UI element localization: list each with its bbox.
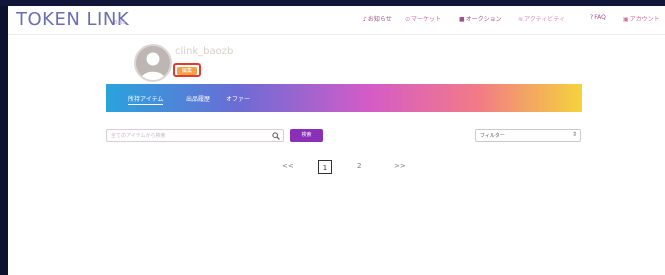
nav-item-news[interactable]: ♪お知らせ [363,14,392,23]
activity-icon: ≋ [518,16,524,23]
site-header: TOKEN LINK Beta ♪お知らせ ⊙マーケット ■オークション ≋アク… [8,6,665,35]
edit-profile-button[interactable]: 編集 [177,67,197,75]
nav-item-label: FAQ [594,14,606,21]
edit-highlight: 編集 [173,63,201,77]
nav-item-label: マーケット [411,16,442,23]
nav-item-auction[interactable]: ■オークション [459,14,502,23]
filter-label: フィルター [480,133,505,139]
search-icon[interactable] [272,132,280,140]
pagination-page-1[interactable]: 1 [318,160,332,174]
main-nav: ♪お知らせ ⊙マーケット ■オークション ≋アクティビティ ?FAQ ▣アカウン… [8,14,665,26]
pagination-next[interactable]: >> [394,162,406,170]
store-icon: ⊙ [405,16,411,23]
nav-item-label: オークション [465,16,502,23]
user-silhouette-icon [141,52,165,80]
search-placeholder: 全てのアイテムから検索 [111,133,166,139]
filter-select[interactable]: フィルター ⇕ [475,129,581,142]
nav-item-faq[interactable]: ?FAQ [590,14,606,21]
search-button[interactable]: 検索 [290,129,323,142]
tab-offers[interactable]: オファー [226,94,250,103]
content-area [8,174,665,275]
user-icon: ▣ [623,16,629,23]
nav-item-label: お知らせ [367,16,392,23]
pagination-prev[interactable]: << [282,162,294,170]
gavel-icon: ■ [459,16,465,23]
tab-owned-items[interactable]: 所持アイテム [128,94,164,105]
nav-item-label: アクティビティ [524,16,566,23]
avatar[interactable] [134,44,172,82]
tab-listing-history[interactable]: 出品履歴 [186,94,210,103]
select-caret-icon: ⇕ [571,131,577,138]
nav-item-market[interactable]: ⊙マーケット [405,14,441,23]
nav-item-activity[interactable]: ≋アクティビティ [518,14,565,23]
profile-tab-bar: 所持アイテム 出品履歴 オファー [106,84,582,112]
nav-item-account[interactable]: ▣アカウント [623,14,660,23]
bell-icon: ♪ [363,16,367,23]
question-icon: ? [590,14,594,21]
search-input[interactable]: 全てのアイテムから検索 [106,129,284,142]
page: TOKEN LINK Beta ♪お知らせ ⊙マーケット ■オークション ≋アク… [8,6,665,275]
profile-username: clink_baozb [175,46,234,57]
nav-item-label: アカウント [629,16,660,23]
pagination-page-2[interactable]: 2 [357,162,361,170]
